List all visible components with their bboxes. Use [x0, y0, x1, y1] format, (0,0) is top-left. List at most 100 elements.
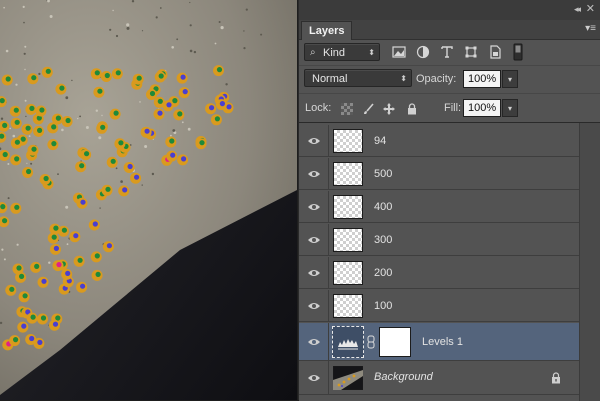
surface-speckle	[1, 248, 4, 251]
fill-slider-button[interactable]: ▾	[502, 99, 518, 117]
layer-row[interactable]: 300	[299, 224, 579, 256]
marker-dot	[16, 265, 22, 271]
layer-thumbnail	[333, 261, 363, 285]
marker-dot	[144, 128, 150, 134]
marker	[10, 154, 22, 166]
visibility-toggle[interactable]	[299, 290, 329, 321]
marker	[47, 139, 59, 151]
layer-name: 500	[374, 168, 393, 180]
type-filter-icon[interactable]	[440, 45, 454, 59]
layer-thumbnail	[333, 228, 363, 252]
marker-dot	[122, 187, 128, 193]
marker	[21, 123, 33, 135]
visibility-toggle[interactable]	[299, 257, 329, 288]
layer-row[interactable]: 500	[299, 158, 579, 190]
search-icon: ⌕	[310, 47, 316, 58]
fill-input[interactable]: 100%	[463, 99, 501, 117]
marker	[41, 66, 53, 78]
layer-name: Levels 1	[422, 336, 463, 348]
visibility-toggle[interactable]	[299, 125, 329, 156]
layer-row[interactable]: 400	[299, 191, 579, 223]
opacity-slider-button[interactable]: ▾	[502, 70, 518, 88]
layer-row[interactable]: 200	[299, 257, 579, 289]
layer-row[interactable]: 100	[299, 290, 579, 322]
surface-speckle	[126, 23, 130, 27]
marker-dot	[219, 101, 225, 107]
lock-transparency-icon[interactable]	[341, 103, 353, 115]
marker-dot	[95, 271, 101, 277]
surface-speckle	[176, 38, 179, 41]
marker	[118, 185, 130, 197]
marker	[130, 172, 142, 184]
layer-row[interactable]: 94	[299, 125, 579, 157]
filter-toggle-icon[interactable]	[513, 43, 523, 61]
close-panel-button[interactable]: ✕	[586, 2, 595, 15]
panel-menu-icon[interactable]: ▾≡	[585, 23, 596, 34]
lock-position-icon[interactable]	[383, 103, 395, 115]
surface-speckle	[101, 114, 103, 117]
visibility-toggle[interactable]	[299, 158, 329, 189]
marker-dot	[177, 111, 183, 117]
shape-filter-icon[interactable]	[464, 45, 478, 59]
marker-dot	[31, 146, 37, 152]
marker	[153, 108, 165, 120]
layer-thumbnail	[333, 129, 363, 153]
marker-dot	[45, 68, 51, 74]
surface-speckle	[189, 24, 192, 27]
visibility-toggle[interactable]	[299, 224, 329, 255]
marker	[90, 251, 102, 263]
blend-row: Normal ⬍ Opacity: 100% ▾	[299, 65, 600, 94]
marker	[166, 150, 178, 162]
document-canvas[interactable]	[0, 0, 297, 400]
pixel-filter-icon[interactable]	[392, 45, 406, 59]
dropdown-arrow-icon: ⬍	[368, 48, 375, 57]
marker-dot	[65, 117, 71, 124]
marker	[61, 116, 73, 127]
marker-dot	[158, 73, 164, 79]
kind-filter-dropdown[interactable]: ⌕ Kind ⬍	[304, 43, 380, 61]
surface-speckle	[24, 45, 27, 48]
surface-speckle	[3, 258, 6, 261]
layer-mask-thumbnail[interactable]	[379, 327, 411, 357]
visibility-toggle[interactable]	[299, 361, 329, 394]
surface-speckle	[48, 261, 51, 264]
marker-dot	[51, 234, 57, 240]
marker	[114, 138, 126, 150]
lock-all-icon[interactable]	[406, 103, 418, 115]
surface-speckle	[0, 117, 4, 120]
surface-speckle	[139, 101, 141, 103]
surface-speckle	[189, 1, 191, 4]
marker	[37, 276, 49, 288]
layer-row-selected[interactable]: Levels 1	[299, 323, 579, 361]
marker	[80, 149, 92, 161]
marker-dot	[169, 138, 175, 144]
marker-dot	[136, 75, 142, 81]
collapse-panel-button[interactable]: ◂◂	[574, 4, 581, 15]
marker-dot	[97, 88, 103, 94]
marker-dot	[53, 245, 60, 251]
chain-link-icon[interactable]	[367, 335, 375, 349]
surface-speckle	[214, 42, 217, 45]
marker	[91, 269, 103, 281]
lock-pixels-icon[interactable]	[362, 103, 374, 115]
tab-layers[interactable]: Layers	[301, 21, 353, 40]
layer-list-scrollbar[interactable]	[579, 123, 600, 401]
adjustment-filter-icon[interactable]	[416, 45, 430, 59]
layer-row[interactable]: Background	[299, 361, 579, 395]
surface-speckle	[5, 49, 9, 53]
marker	[22, 167, 34, 178]
marker	[51, 113, 63, 125]
smart-object-filter-icon[interactable]	[488, 45, 502, 59]
marker	[49, 223, 61, 235]
marker-dot	[29, 105, 35, 111]
surface-speckle	[193, 50, 197, 54]
marker	[10, 202, 22, 214]
blend-mode-dropdown[interactable]: Normal ⬍	[304, 69, 412, 87]
surface-speckle	[79, 115, 81, 118]
visibility-toggle[interactable]	[299, 323, 329, 360]
surface-speckle	[23, 52, 26, 55]
panel-title-bar: ◂◂ ✕	[299, 0, 600, 21]
surface-speckle	[115, 34, 119, 38]
visibility-toggle[interactable]	[299, 191, 329, 222]
opacity-input[interactable]: 100%	[463, 70, 501, 88]
